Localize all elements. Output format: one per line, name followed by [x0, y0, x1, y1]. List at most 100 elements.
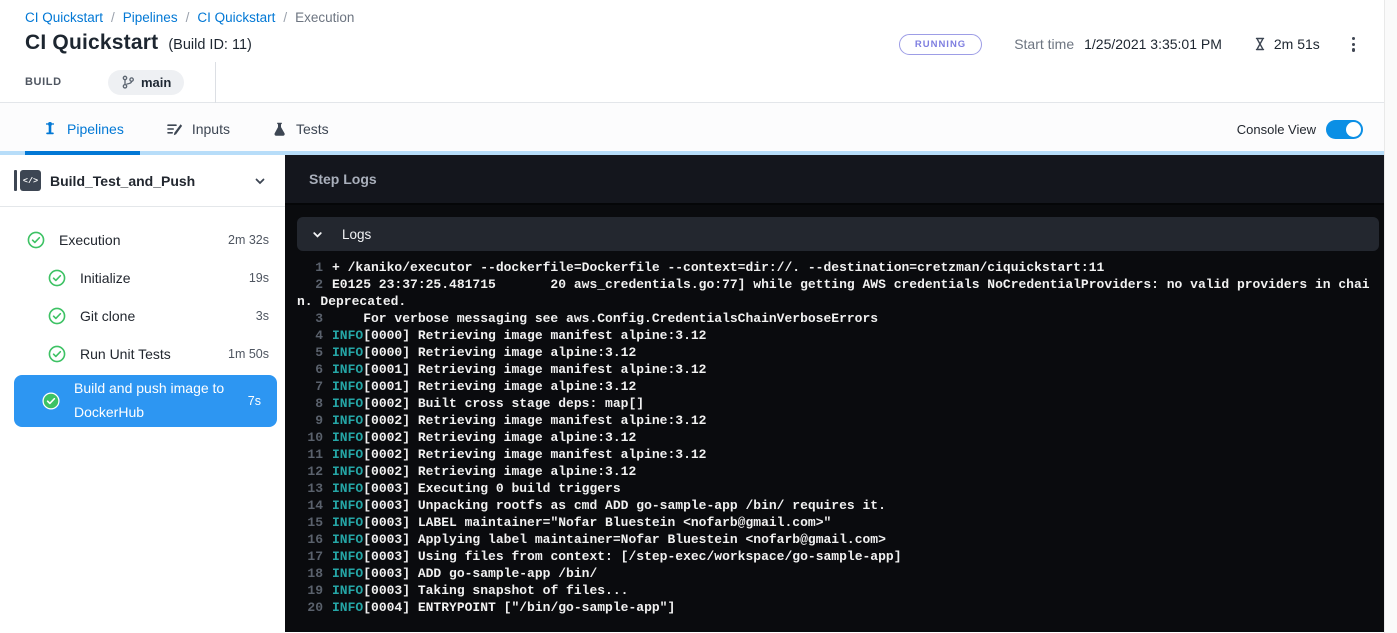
start-time-label: Start time [1014, 36, 1074, 52]
log-panel-header: Step Logs [285, 155, 1397, 205]
step-item[interactable]: Initialize 19s [0, 259, 285, 297]
log-line-number: 18 [297, 565, 323, 582]
log-line-number: 6 [297, 361, 323, 378]
log-text: [0000] Retrieving image manifest alpine:… [363, 328, 706, 343]
log-line: 18 INFO[0003] ADD go-sample-app /bin/ [297, 565, 1379, 582]
log-line: 8INFO[0002] Built cross stage deps: map[… [297, 395, 1379, 412]
log-text: [0002] Built cross stage deps: map[] [363, 396, 644, 411]
duration-text: 2m 51s [1274, 36, 1320, 52]
log-level-tag: INFO [332, 345, 363, 360]
log-level-tag: INFO [332, 515, 363, 530]
logs-section-header[interactable]: Logs [297, 217, 1379, 251]
scrollbar[interactable] [1384, 0, 1397, 633]
log-line: 10INFO[0002] Retrieving image alpine:3.1… [297, 429, 1379, 446]
log-text: + /kaniko/executor --dockerfile=Dockerfi… [332, 260, 1104, 275]
step-duration: 1m 50s [228, 347, 269, 361]
log-line: 9INFO[0002] Retrieving image manifest al… [297, 412, 1379, 429]
log-panel: Step Logs Logs 1 + /kaniko/executor --doc… [285, 155, 1397, 632]
log-line: 15INFO[0003] LABEL maintainer="Nofar Blu… [297, 514, 1379, 531]
log-line-number: 12 [297, 463, 323, 480]
tab-pipelines[interactable]: Pipelines [42, 121, 124, 137]
step-item[interactable]: Git clone3s [0, 297, 285, 335]
log-line-number: 19 [297, 582, 323, 599]
toggle-knob [1346, 122, 1361, 137]
log-level-tag: INFO [332, 600, 363, 615]
log-text: [0002] Retrieving image manifest alpine:… [363, 447, 706, 462]
git-branch-icon [121, 75, 135, 89]
page-header: CI Quickstart/Pipelines/CI Quickstart/Ex… [0, 0, 1397, 62]
console-view-toggle[interactable] [1326, 120, 1363, 139]
log-line-number: 8 [297, 395, 323, 412]
log-level-tag: INFO [332, 549, 363, 564]
breadcrumb-item: Execution [295, 10, 354, 25]
breadcrumb-separator: / [283, 10, 287, 25]
log-line-number: 5 [297, 344, 323, 361]
tests-icon [272, 121, 287, 137]
active-tab-underline [25, 151, 140, 155]
page-title: CI Quickstart [25, 31, 158, 55]
log-line-number: 3 [297, 310, 323, 327]
step-label: Run Unit Tests [80, 346, 171, 362]
build-row: BUILD main [0, 62, 1397, 103]
log-line: 2E0125 23:37:25.481715 20 aws_credential… [297, 276, 1379, 310]
breadcrumb-item[interactable]: Pipelines [123, 10, 178, 25]
log-panel-title: Step Logs [309, 171, 377, 187]
log-level-tag: INFO [332, 566, 363, 581]
log-line: 17INFO[0003] Using files from context: [… [297, 548, 1379, 565]
log-text: [0003] Applying label maintainer=Nofar B… [363, 532, 886, 547]
log-line: 1 + /kaniko/executor --dockerfile=Dockerf… [297, 259, 1379, 276]
log-line: 3 For verbose messaging see aws.Config.C… [297, 310, 1379, 327]
stage-selector[interactable]: </> Build_Test_and_Push [0, 155, 285, 207]
log-level-tag: INFO [332, 379, 363, 394]
branch-name: main [141, 75, 171, 90]
log-text: [0003] Executing 0 build triggers [363, 481, 620, 496]
tab-underline-track [0, 151, 1397, 155]
log-line-number: 13 [297, 480, 323, 497]
chevron-down-icon[interactable] [253, 174, 267, 188]
breadcrumb-item[interactable]: CI Quickstart [25, 10, 103, 25]
success-check-icon [27, 231, 45, 249]
breadcrumb-separator: / [186, 10, 190, 25]
step-label: Initialize [80, 270, 131, 286]
success-check-icon [42, 392, 60, 410]
build-label: BUILD [25, 76, 108, 88]
step-item[interactable]: Run Unit Tests 1m 50s [0, 335, 285, 373]
more-options-button[interactable] [1346, 33, 1361, 56]
log-level-tag: INFO [332, 498, 363, 513]
log-text: [0001] Retrieving image manifest alpine:… [363, 362, 706, 377]
stage-indicator [14, 170, 17, 191]
build-id-text: (Build ID: 11) [168, 37, 252, 53]
branch-tag[interactable]: main [108, 70, 184, 95]
log-line-number: 1 [297, 259, 323, 276]
success-check-icon [48, 269, 66, 287]
breadcrumb-item[interactable]: CI Quickstart [197, 10, 275, 25]
hourglass-icon [1252, 36, 1268, 52]
log-line: 11INFO[0002] Retrieving image manifest a… [297, 446, 1379, 463]
logs-section-title: Logs [342, 227, 371, 242]
step-item[interactable]: Execution2m 32s [0, 221, 285, 259]
tab-tests[interactable]: Tests [272, 121, 329, 137]
log-level-tag: INFO [332, 430, 363, 445]
success-check-icon [48, 345, 66, 363]
log-line: 7INFO[0001] Retrieving image alpine:3.12 [297, 378, 1379, 395]
log-level-tag: INFO [332, 532, 363, 547]
status-badge: RUNNING [899, 34, 982, 55]
log-line: 14INFO[0003] Unpacking rootfs as cmd ADD… [297, 497, 1379, 514]
log-line: 20INFO[0004] ENTRYPOINT ["/bin/go-sample… [297, 599, 1379, 616]
divider [215, 62, 216, 103]
step-duration: 19s [249, 271, 269, 285]
log-line: 12INFO[0002] Retrieving image alpine:3.1… [297, 463, 1379, 480]
step-duration: 2m 32s [228, 233, 269, 247]
log-line-number: 2 [297, 276, 323, 293]
log-level-tag: INFO [332, 413, 363, 428]
step-item[interactable]: Build and push image to DockerHub7s [14, 375, 277, 427]
log-line-number: 15 [297, 514, 323, 531]
step-duration: 3s [256, 309, 269, 323]
log-text: For verbose messaging see aws.Config.Cre… [332, 311, 878, 326]
log-text: [0003] ADD go-sample-app /bin/ [363, 566, 597, 581]
log-level-tag: INFO [332, 362, 363, 377]
log-level-tag: INFO [332, 328, 363, 343]
tab-inputs[interactable]: Inputs [166, 121, 230, 137]
log-line-number: 4 [297, 327, 323, 344]
log-line-number: 9 [297, 412, 323, 429]
